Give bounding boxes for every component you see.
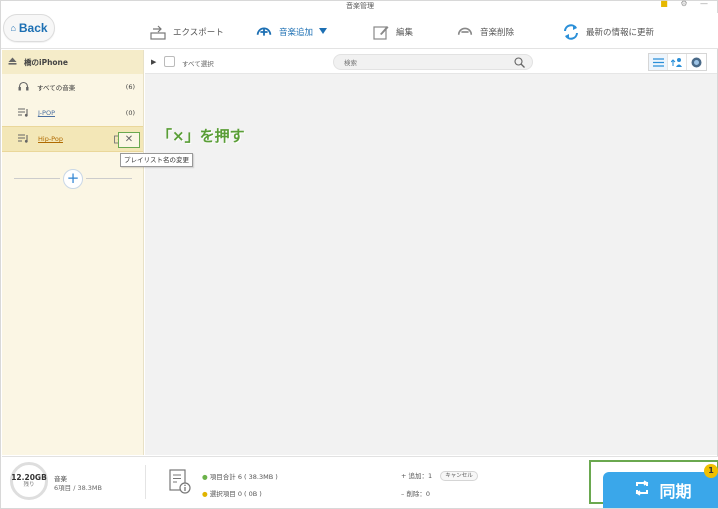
add-music-button[interactable]: 音楽追加: [255, 21, 328, 43]
delete-music-button[interactable]: 音楽削除: [456, 21, 514, 43]
window-title: 音楽管理: [346, 2, 374, 10]
info-document-icon: [168, 469, 192, 495]
item-count: (0): [125, 109, 135, 117]
artist-view-icon[interactable]: [668, 54, 687, 70]
added-text: 追加：1: [408, 472, 433, 480]
storage-free-size: 12.20GB: [11, 473, 47, 482]
device-header[interactable]: 橋のiPhone: [2, 50, 143, 74]
select-all-checkbox[interactable]: [164, 56, 175, 67]
playlist-icon: [18, 133, 30, 145]
edit-button[interactable]: 編集: [372, 21, 413, 43]
sync-icon: [634, 480, 650, 500]
deleted-stat: – 削除：0: [401, 488, 430, 498]
refresh-icon: [562, 23, 580, 41]
divider: [86, 178, 132, 179]
add-circle-icon: [255, 23, 273, 41]
refresh-button[interactable]: 最新の情報に更新: [562, 21, 654, 43]
playlist-icon: [18, 107, 30, 119]
sidebar-item-label: Hip-Pop: [38, 135, 63, 143]
sidebar-item-playlist-jpop[interactable]: J-POP (0): [2, 100, 143, 126]
sync-label: 同期: [659, 482, 692, 501]
sidebar-item-playlist-hip-pop[interactable]: Hip-Pop ✕: [2, 126, 143, 152]
add-playlist-button[interactable]: +: [63, 169, 83, 189]
back-button[interactable]: ⌂ Back: [3, 14, 55, 42]
select-all-label: すべて選択: [182, 60, 214, 68]
sidebar-item-label: すべての音楽: [37, 84, 76, 92]
edit-icon: [372, 23, 390, 41]
album-view-icon[interactable]: [687, 54, 706, 70]
list-view-icon[interactable]: [649, 54, 668, 70]
sidebar: 橋のiPhone すべての音楽 (6) J-POP (0) Hip-Pop ✕: [2, 50, 144, 455]
add-music-label: 音楽追加: [279, 28, 314, 38]
eject-icon[interactable]: [8, 57, 17, 67]
delete-music-label: 音楽削除: [480, 28, 515, 38]
storage-gauge: 12.20GB 残り: [10, 462, 48, 500]
export-icon: [149, 23, 167, 41]
selected-items-text: 選択項目 0 ( 0B ): [209, 490, 262, 498]
added-stat: + 追加：1 キャンセル: [401, 470, 478, 481]
song-list-area: ▶ すべて選択: [145, 50, 717, 455]
minimize-icon[interactable]: —: [699, 0, 709, 10]
list-toolbar: ▶ すべて選択: [145, 50, 717, 74]
sync-count-badge: 1: [704, 464, 718, 478]
search-box[interactable]: [333, 54, 533, 70]
headphones-icon: [18, 81, 29, 93]
notification-icon[interactable]: ■: [659, 0, 669, 10]
view-toggle: [648, 53, 707, 71]
device-name: 橋のiPhone: [24, 57, 68, 67]
refresh-label: 最新の情報に更新: [586, 28, 655, 38]
storage-detail: 6項目 / 38.3MB: [54, 484, 102, 492]
search-icon[interactable]: [514, 57, 525, 68]
sidebar-item-all-music[interactable]: すべての音楽 (6): [2, 74, 143, 100]
home-icon: ⌂: [10, 23, 16, 33]
edit-label: 編集: [396, 28, 414, 38]
yellow-dot-icon: ●: [202, 490, 208, 498]
divider: [14, 178, 60, 179]
item-count: (6): [125, 83, 135, 91]
divider: [145, 465, 146, 499]
settings-icon[interactable]: ⚙: [679, 0, 689, 10]
selected-items-stat: ● 選択項目 0 ( 0B ): [202, 488, 262, 498]
main-toolbar: ⌂ Back エクスポート 音楽追加 編集 音楽削除 最新の情報に更新: [1, 13, 718, 49]
deleted-text: 削除：0: [406, 490, 430, 498]
minus-icon: –: [401, 490, 405, 498]
search-input[interactable]: [344, 57, 504, 68]
add-playlist-row: +: [14, 169, 132, 189]
green-dot-icon: ●: [202, 473, 208, 481]
storage-free-label: 残り: [23, 482, 35, 488]
sidebar-item-label: J-POP: [38, 109, 55, 117]
window-controls: ■ ⚙ —: [659, 0, 709, 10]
instruction-annotation: 「×」を押す: [157, 127, 245, 145]
sync-button[interactable]: 同期: [603, 472, 718, 508]
status-bar: 12.20GB 残り 音楽 6項目 / 38.3MB ● 項目合計 6 ( 38…: [2, 456, 718, 508]
total-items-text: 項目合計 6 ( 38.3MB ): [209, 473, 278, 481]
app-window: 音楽管理 ■ ⚙ — ⌂ Back エクスポート 音楽追加 編集 音楽削除 最新…: [0, 0, 718, 509]
plus-icon: +: [401, 472, 407, 480]
sync-highlight-frame: 同期 1: [589, 460, 718, 508]
total-items-stat: ● 項目合計 6 ( 38.3MB ): [202, 471, 278, 481]
rename-tooltip: プレイリスト名の変更: [120, 153, 193, 167]
cancel-button[interactable]: キャンセル: [440, 471, 478, 481]
chevron-down-icon: [319, 27, 328, 37]
title-bar: 音楽管理 ■ ⚙ —: [1, 0, 718, 13]
back-label: Back: [18, 21, 48, 35]
expand-arrow-icon[interactable]: ▶: [151, 58, 156, 66]
remove-circle-icon: [456, 23, 474, 41]
export-button[interactable]: エクスポート: [149, 21, 224, 43]
close-icon[interactable]: ✕: [118, 132, 140, 148]
export-label: エクスポート: [173, 28, 224, 38]
